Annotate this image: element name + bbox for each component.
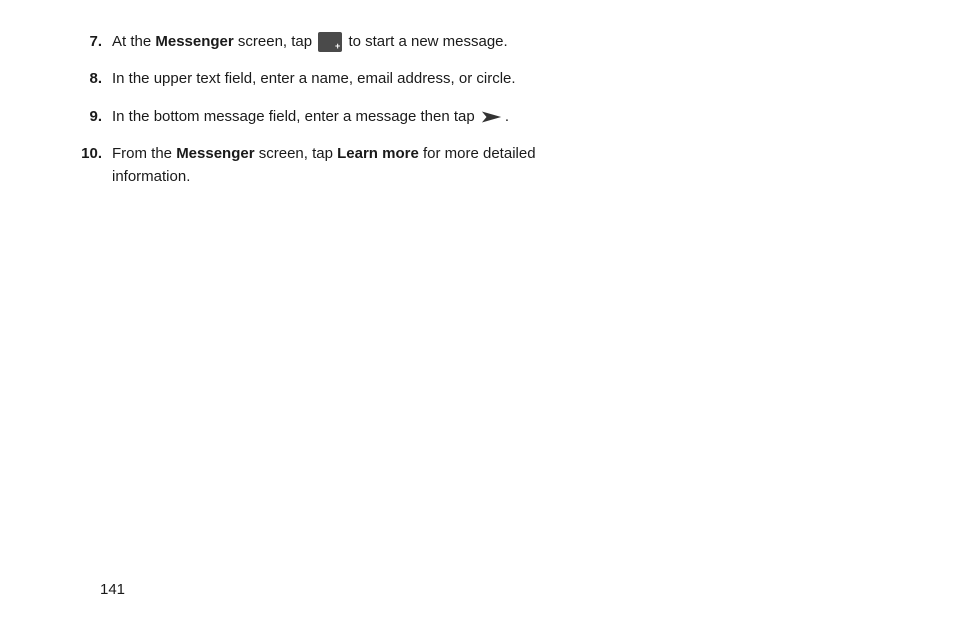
bold-text: Messenger	[176, 145, 254, 162]
text-run: screen, tap	[234, 33, 317, 50]
step-text: In the bottom message field, enter a mes…	[112, 105, 548, 128]
instruction-list: 7.At the Messenger screen, tap + to star…	[78, 30, 548, 188]
bold-text: Messenger	[155, 33, 233, 50]
instruction-step: 8.In the upper text field, enter a name,…	[78, 67, 548, 90]
step-text: From the Messenger screen, tap Learn mor…	[112, 142, 548, 189]
page-number: 141	[100, 581, 125, 598]
text-run: At the	[112, 33, 155, 50]
step-number: 9.	[78, 105, 112, 128]
instruction-step: 10.From the Messenger screen, tap Learn …	[78, 142, 548, 189]
text-run: In the upper text field, enter a name, e…	[112, 70, 516, 87]
instruction-list-container: 7.At the Messenger screen, tap + to star…	[78, 30, 548, 188]
instruction-step: 7.At the Messenger screen, tap + to star…	[78, 30, 548, 53]
text-run: In the bottom message field, enter a mes…	[112, 108, 479, 125]
text-run: to start a new message.	[344, 33, 507, 50]
step-number: 7.	[78, 30, 112, 53]
compose-message-icon: +	[318, 32, 342, 52]
step-number: 10.	[78, 142, 112, 165]
send-arrow-icon	[481, 109, 503, 125]
step-text: In the upper text field, enter a name, e…	[112, 67, 548, 90]
text-run: From the	[112, 145, 176, 162]
step-number: 8.	[78, 67, 112, 90]
step-text: At the Messenger screen, tap + to start …	[112, 30, 548, 53]
bold-text: Learn more	[337, 145, 419, 162]
text-run: .	[505, 108, 509, 125]
text-run: screen, tap	[255, 145, 338, 162]
instruction-step: 9.In the bottom message field, enter a m…	[78, 105, 548, 128]
